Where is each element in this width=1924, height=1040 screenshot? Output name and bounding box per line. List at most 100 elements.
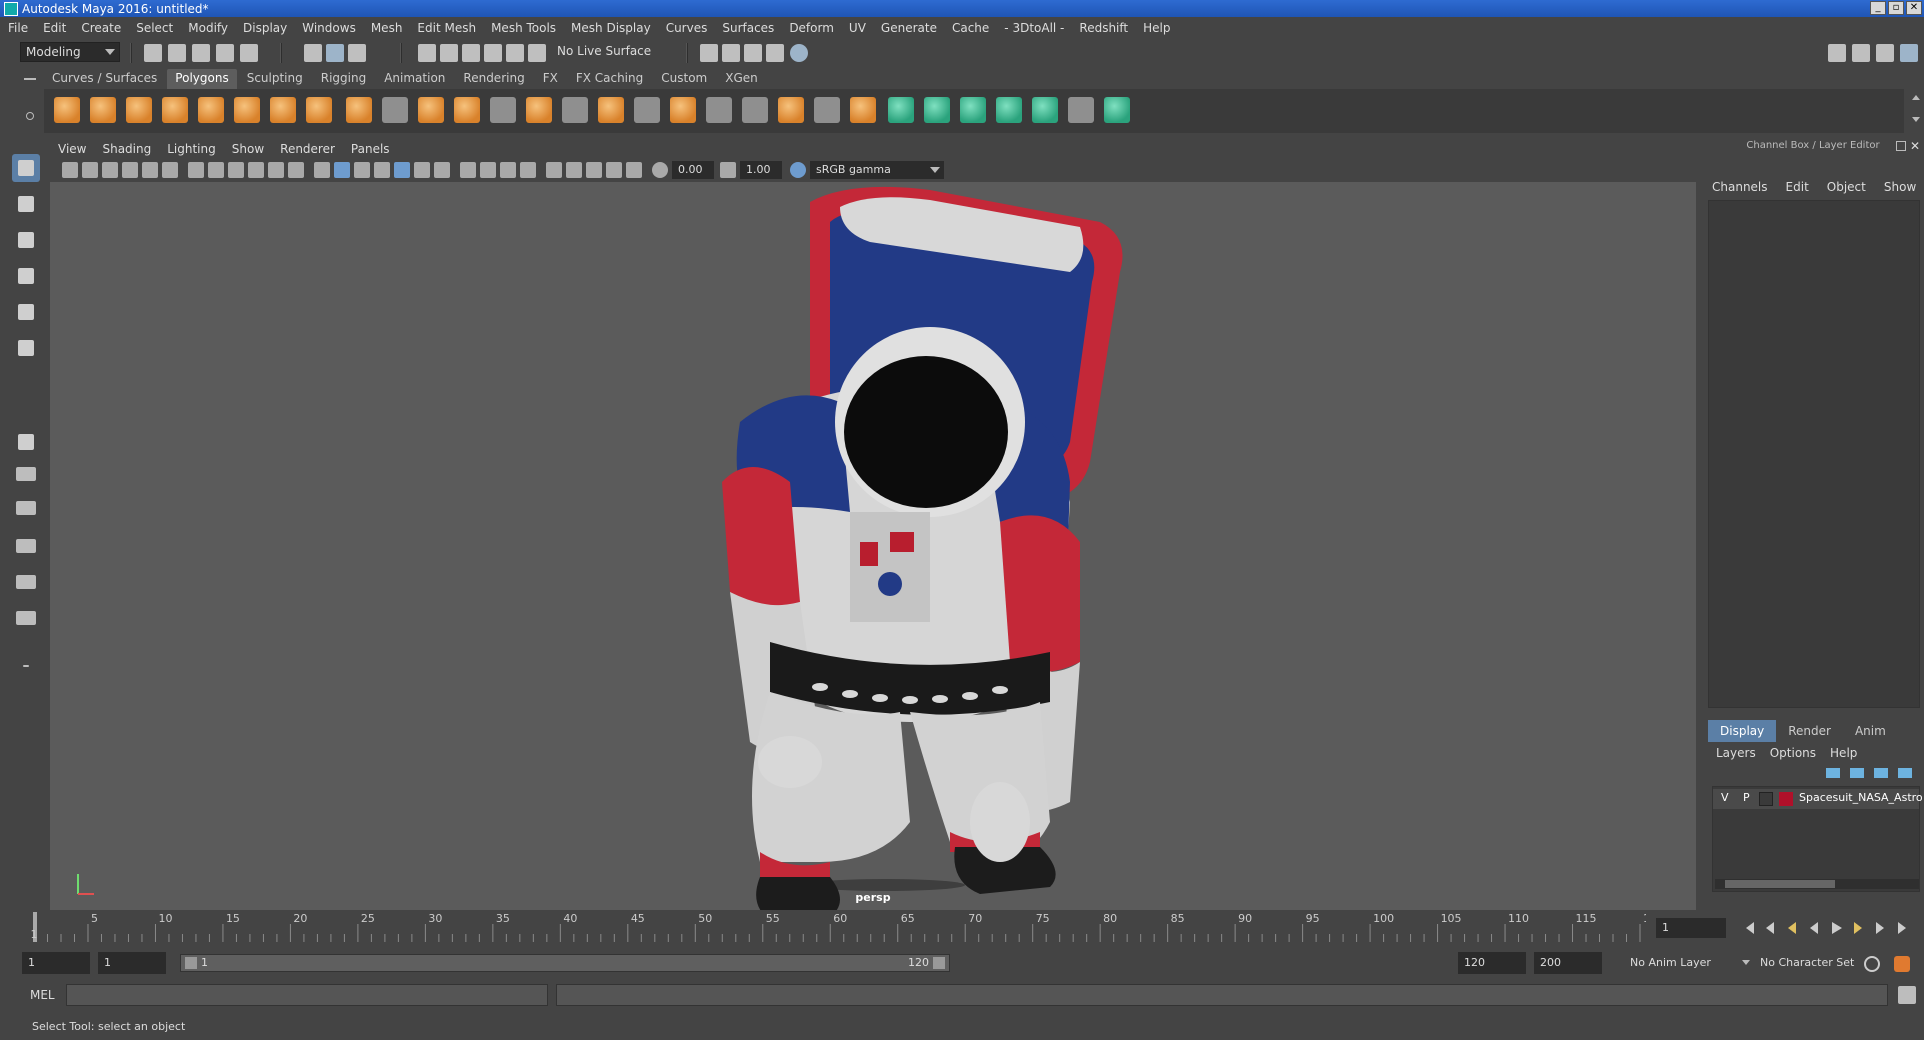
shelf-tab-custom[interactable]: Custom (653, 69, 715, 89)
layers-menu[interactable]: Layers (1716, 746, 1756, 760)
view-transform-dropdown[interactable]: sRGB gamma (810, 161, 944, 179)
perspective-viewport[interactable]: persp (50, 182, 1696, 910)
menu-curves[interactable]: Curves (666, 21, 708, 35)
2d-pan-zoom-icon[interactable] (142, 162, 158, 178)
uv-editor-icon[interactable] (1068, 97, 1094, 123)
scrollbar-thumb[interactable] (1725, 880, 1835, 888)
tab-anim[interactable]: Anim (1843, 720, 1898, 742)
wireframe-on-shaded-icon[interactable] (374, 162, 390, 178)
float-panel-icon[interactable] (1896, 141, 1906, 151)
depth-of-field-icon[interactable] (520, 162, 536, 178)
save-scene-icon[interactable] (192, 44, 210, 62)
animation-preferences-icon[interactable] (1894, 956, 1910, 972)
uv-layout-button[interactable] (12, 608, 40, 628)
step-back-frame-icon[interactable] (1766, 922, 1774, 934)
go-to-start-icon[interactable] (1746, 922, 1754, 934)
shelf-tab-rigging[interactable]: Rigging (313, 69, 374, 89)
extrude-icon[interactable] (526, 97, 552, 123)
menu-help[interactable]: Help (1143, 21, 1170, 35)
menu-mesh-display[interactable]: Mesh Display (571, 21, 651, 35)
select-by-hierarchy-icon[interactable] (304, 44, 322, 62)
range-end-handle[interactable] (933, 957, 945, 969)
time-slider[interactable]: 5 10 15 20 25 30 35 40 45 50 55 60 65 70 75 80 85 90 95 100… (20, 912, 1664, 942)
hypershade-icon[interactable] (790, 44, 808, 62)
menu-surfaces[interactable]: Surfaces (722, 21, 774, 35)
menu-create[interactable]: Create (81, 21, 121, 35)
viewport-menu-renderer[interactable]: Renderer (280, 142, 335, 156)
command-language-label[interactable]: MEL (30, 988, 55, 1002)
isolate-select-icon[interactable] (546, 162, 562, 178)
smooth-shade-icon[interactable] (334, 162, 350, 178)
backface-culling-icon[interactable] (626, 162, 642, 178)
current-frame-field[interactable]: 1 (1656, 918, 1726, 938)
combine-icon[interactable] (346, 97, 372, 123)
menu-deform[interactable]: Deform (789, 21, 834, 35)
mirror-icon[interactable] (850, 97, 876, 123)
poly-pyramid-icon[interactable] (270, 97, 296, 123)
layer-visibility-toggle[interactable]: V (1721, 791, 1729, 804)
undo-icon[interactable] (216, 44, 234, 62)
multi-cut-icon[interactable] (598, 97, 624, 123)
shelf-tab-sculpting[interactable]: Sculpting (239, 69, 311, 89)
viewport-menu-show[interactable]: Show (232, 142, 264, 156)
move-tool-button[interactable] (12, 262, 40, 290)
layer-name[interactable]: Spacesuit_NASA_Astro (1799, 791, 1923, 804)
viewport-menu-lighting[interactable]: Lighting (167, 142, 216, 156)
new-empty-layer-icon[interactable] (1874, 768, 1888, 778)
channels-menu[interactable]: Channels (1712, 180, 1768, 194)
minimize-button[interactable]: _ (1870, 1, 1886, 15)
poly-plane-icon[interactable] (198, 97, 224, 123)
snap-curve-icon[interactable] (440, 44, 458, 62)
render-view-icon[interactable] (700, 44, 718, 62)
menu-modify[interactable]: Modify (188, 21, 228, 35)
select-tool-button[interactable] (12, 154, 40, 182)
select-by-component-icon[interactable] (348, 44, 366, 62)
uv-cylindrical-icon[interactable] (924, 97, 950, 123)
menu-redshift[interactable]: Redshift (1079, 21, 1128, 35)
viewport-menu-panels[interactable]: Panels (351, 142, 390, 156)
animation-start-field[interactable]: 1 (22, 952, 90, 974)
exposure-icon[interactable] (652, 162, 668, 178)
snap-view-plane-icon[interactable] (484, 44, 502, 62)
single-perspective-layout-button[interactable] (12, 428, 40, 456)
shelf-tab-xgen[interactable]: XGen (717, 69, 766, 89)
motion-blur-icon[interactable] (480, 162, 496, 178)
step-forward-key-icon[interactable] (1854, 922, 1862, 934)
separate-icon[interactable] (382, 97, 408, 123)
rotate-tool-button[interactable] (12, 298, 40, 326)
redo-icon[interactable] (240, 44, 258, 62)
poly-cylinder-icon[interactable] (126, 97, 152, 123)
menu-file[interactable]: File (8, 21, 28, 35)
channel-show-menu[interactable]: Show (1884, 180, 1916, 194)
color-management-icon[interactable] (790, 162, 806, 178)
bevel-icon[interactable] (490, 97, 516, 123)
target-weld-icon[interactable] (814, 97, 840, 123)
poly-cube-icon[interactable] (90, 97, 116, 123)
restore-button[interactable]: ▫ (1888, 1, 1904, 15)
uv-unfold-icon[interactable] (1032, 97, 1058, 123)
step-back-key-icon[interactable] (1788, 922, 1796, 934)
scale-tool-button[interactable] (12, 334, 40, 362)
merge-icon[interactable] (778, 97, 804, 123)
menu-select[interactable]: Select (136, 21, 173, 35)
menu-cache[interactable]: Cache (952, 21, 989, 35)
close-panel-icon[interactable]: ✕ (1910, 139, 1920, 153)
menu-edit-mesh[interactable]: Edit Mesh (417, 21, 476, 35)
playback-end-field[interactable]: 120 (1458, 952, 1526, 974)
poly-pipe-icon[interactable] (306, 97, 332, 123)
bookmarks-icon[interactable] (102, 162, 118, 178)
layer-playback-toggle[interactable]: P (1743, 791, 1750, 804)
poly-torus-icon[interactable] (234, 97, 260, 123)
layer-color-swatch[interactable] (1779, 792, 1793, 806)
ipr-render-icon[interactable] (744, 44, 762, 62)
playback-start-field[interactable]: 1 (98, 952, 166, 974)
range-start-handle[interactable] (185, 957, 197, 969)
screen-space-ao-icon[interactable] (460, 162, 476, 178)
xray-active-components-icon[interactable] (586, 162, 602, 178)
command-input[interactable] (66, 984, 548, 1006)
shadows-icon[interactable] (434, 162, 450, 178)
gamma-icon[interactable] (720, 162, 736, 178)
persp-outliner-layout-button[interactable] (12, 498, 40, 518)
range-slider[interactable]: 1 120 (180, 954, 950, 972)
step-forward-frame-icon[interactable] (1876, 922, 1884, 934)
